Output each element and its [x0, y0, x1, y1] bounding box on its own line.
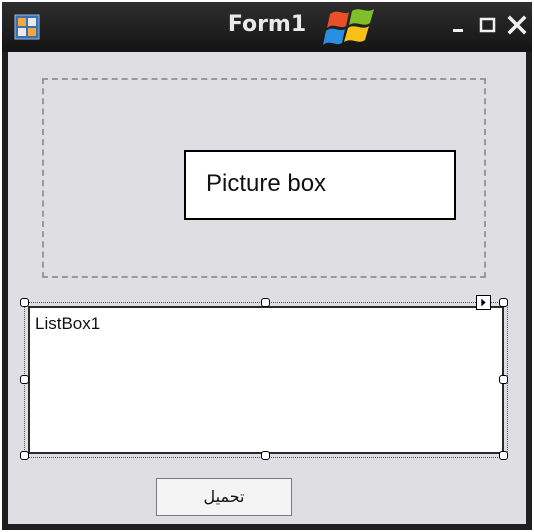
resize-handle-top-left[interactable]	[20, 298, 29, 307]
form-client-area: Picture box ListBox1 تحميل	[8, 52, 526, 524]
listbox[interactable]: ListBox1	[28, 306, 504, 454]
resize-handle-top-center[interactable]	[261, 298, 270, 307]
smart-tag-arrow-icon[interactable]	[476, 295, 491, 310]
form-window: Form1 Picture box ListBox1 تحميل	[2, 2, 532, 530]
picture-box[interactable]: Picture box	[42, 78, 486, 278]
minimize-button[interactable]	[448, 14, 470, 36]
title-bar[interactable]: Form1	[2, 2, 532, 52]
maximize-button[interactable]	[477, 14, 499, 36]
close-button[interactable]	[506, 14, 528, 36]
picture-box-label: Picture box	[184, 150, 456, 220]
resize-handle-bottom-left[interactable]	[20, 451, 29, 460]
listbox-label: ListBox1	[35, 314, 101, 333]
windows-logo-icon	[323, 9, 374, 45]
resize-handle-bottom-right[interactable]	[499, 451, 508, 460]
load-button[interactable]: تحميل	[156, 478, 292, 516]
resize-handle-top-right[interactable]	[499, 298, 508, 307]
resize-handle-middle-left[interactable]	[20, 375, 29, 384]
resize-handle-middle-right[interactable]	[499, 375, 508, 384]
resize-handle-bottom-center[interactable]	[261, 451, 270, 460]
